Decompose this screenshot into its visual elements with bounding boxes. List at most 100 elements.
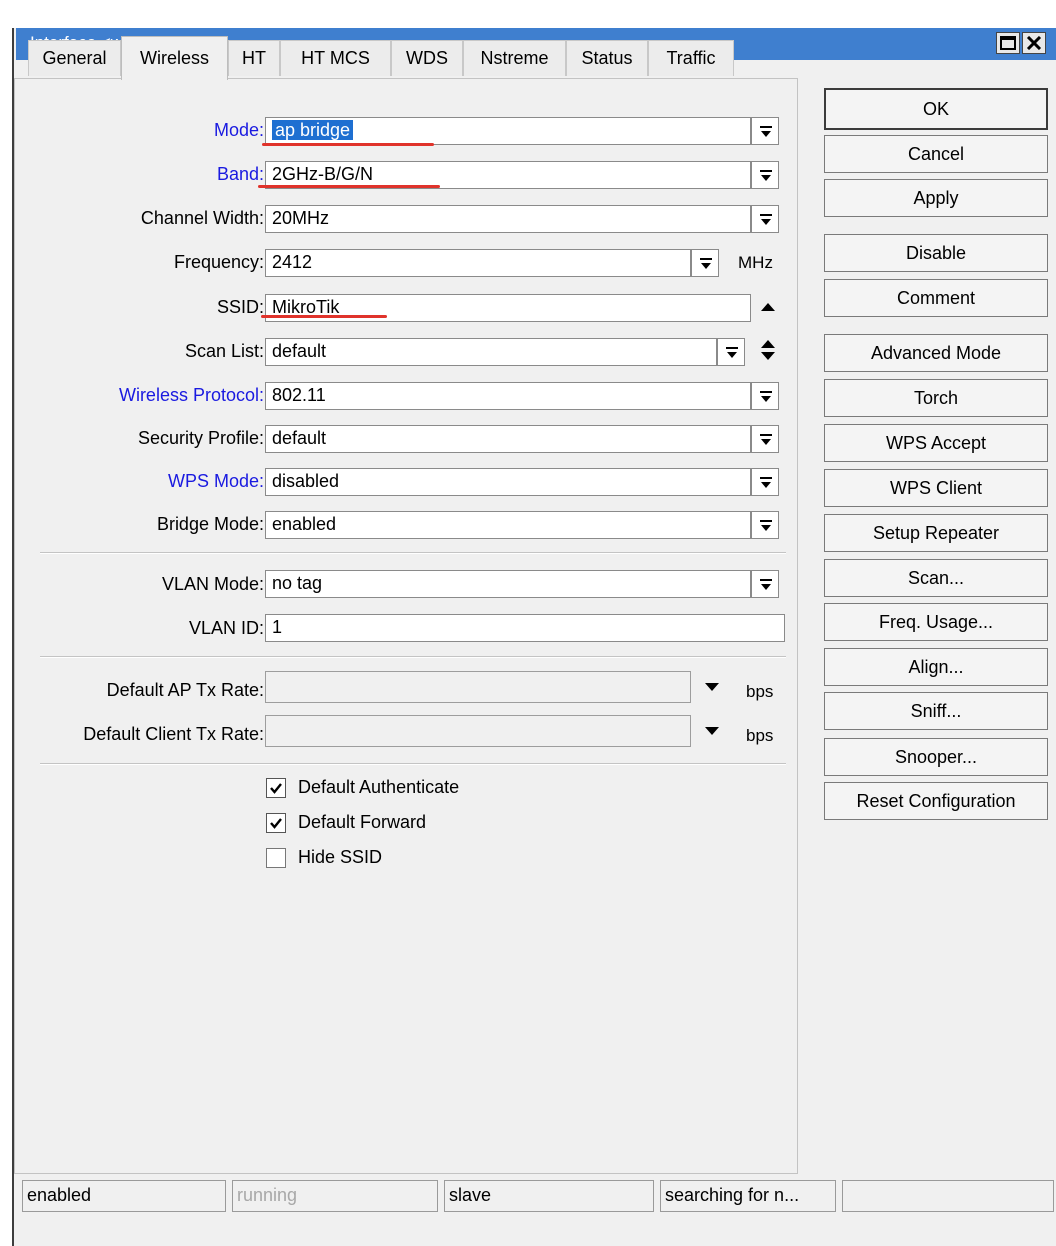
advanced-mode-button[interactable]: Advanced Mode	[824, 334, 1048, 372]
tab-wds[interactable]: WDS	[391, 40, 463, 76]
mode-value: ap bridge	[272, 120, 354, 140]
torch-button[interactable]: Torch	[824, 379, 1048, 417]
dropdown-arrow-icon	[700, 258, 712, 269]
annotation-underline	[261, 315, 387, 318]
vlan-mode-select[interactable]: no tag	[265, 570, 751, 598]
tab-traffic[interactable]: Traffic	[648, 40, 734, 76]
bridge-mode-label: Bridge Mode:	[156, 514, 264, 534]
ok-button[interactable]: OK	[824, 88, 1048, 130]
annotation-underline	[258, 185, 440, 188]
snooper-button[interactable]: Snooper...	[824, 738, 1048, 776]
apply-button[interactable]: Apply	[824, 179, 1048, 217]
status-bar: enabled running slave searching for n...	[14, 1174, 1056, 1218]
scan-list-dropdown-button[interactable]	[717, 338, 745, 366]
check-icon	[270, 818, 282, 829]
vlan-mode-label: VLAN Mode:	[161, 574, 264, 594]
tab-ht[interactable]: HT	[228, 40, 280, 76]
default-client-tx-rate-unit: bps	[746, 726, 774, 745]
freq-usage-button[interactable]: Freq. Usage...	[824, 603, 1048, 641]
scan-list-select[interactable]: default	[265, 338, 717, 366]
mode-label: Mode:	[213, 120, 264, 140]
vlan-mode-dropdown-button[interactable]	[751, 570, 779, 598]
frequency-unit: MHz	[738, 253, 773, 272]
status-running: running	[232, 1180, 438, 1212]
dropdown-arrow-icon	[760, 477, 772, 488]
wps-client-button[interactable]: WPS Client	[824, 469, 1048, 507]
wps-mode-select[interactable]: disabled	[265, 468, 751, 496]
default-client-tx-rate-input[interactable]	[265, 715, 691, 747]
wireless-protocol-label: Wireless Protocol:	[118, 385, 264, 405]
security-profile-dropdown-button[interactable]	[751, 425, 779, 453]
separator	[40, 552, 786, 554]
disable-button[interactable]: Disable	[824, 234, 1048, 272]
frequency-dropdown-button[interactable]	[691, 249, 719, 277]
dropdown-arrow-icon	[760, 126, 772, 137]
scan-list-label: Scan List:	[184, 341, 264, 361]
vlan-id-input[interactable]: 1	[265, 614, 785, 642]
status-searching: searching for n...	[660, 1180, 836, 1212]
comment-button[interactable]: Comment	[824, 279, 1048, 317]
tab-ht-mcs[interactable]: HT MCS	[280, 40, 391, 76]
tab-wireless[interactable]: Wireless	[121, 36, 228, 80]
tab-status[interactable]: Status	[566, 40, 648, 76]
align-button[interactable]: Align...	[824, 648, 1048, 686]
band-label: Band:	[216, 164, 264, 184]
default-forward-label: Default Forward	[298, 812, 427, 832]
ssid-label: SSID:	[216, 297, 264, 317]
dropdown-arrow-icon	[760, 579, 772, 590]
default-forward-checkbox[interactable]	[266, 813, 286, 833]
default-client-tx-rate-label: Default Client Tx Rate:	[83, 724, 264, 744]
separator	[40, 763, 786, 765]
frequency-label: Frequency:	[173, 252, 264, 272]
default-ap-tx-rate-input[interactable]	[265, 671, 691, 703]
dropdown-arrow-icon	[760, 391, 772, 402]
channel-width-label: Channel Width:	[140, 208, 264, 228]
reset-configuration-button[interactable]: Reset Configuration	[824, 782, 1048, 820]
wireless-protocol-select[interactable]: 802.11	[265, 382, 751, 410]
default-ap-tx-rate-unit: bps	[746, 682, 774, 701]
default-authenticate-label: Default Authenticate	[298, 777, 460, 797]
restore-icon[interactable]	[996, 32, 1020, 54]
dropdown-arrow-icon	[760, 214, 772, 225]
dropdown-arrow-icon	[760, 520, 772, 531]
default-ap-tx-rate-label: Default AP Tx Rate:	[106, 680, 264, 700]
default-authenticate-checkbox[interactable]	[266, 778, 286, 798]
frequency-select[interactable]: 2412	[265, 249, 691, 277]
status-slave: slave	[444, 1180, 654, 1212]
security-profile-select[interactable]: default	[265, 425, 751, 453]
mode-dropdown-button[interactable]	[751, 117, 779, 145]
tab-general[interactable]: General	[28, 40, 121, 76]
band-dropdown-button[interactable]	[751, 161, 779, 189]
bridge-mode-select[interactable]: enabled	[265, 511, 751, 539]
status-enabled: enabled	[22, 1180, 226, 1212]
close-icon[interactable]	[1022, 32, 1046, 54]
cancel-button[interactable]: Cancel	[824, 135, 1048, 173]
sniff-button[interactable]: Sniff...	[824, 692, 1048, 730]
wps-accept-button[interactable]: WPS Accept	[824, 424, 1048, 462]
check-icon	[270, 783, 282, 794]
security-profile-label: Security Profile:	[137, 428, 264, 448]
scan-button[interactable]: Scan...	[824, 559, 1048, 597]
hide-ssid-checkbox[interactable]	[266, 848, 286, 868]
dropdown-arrow-icon	[760, 434, 772, 445]
collapse-up-icon[interactable]	[760, 302, 776, 312]
wireless-protocol-dropdown-button[interactable]	[751, 382, 779, 410]
status-empty	[842, 1180, 1054, 1212]
expand-down-icon[interactable]	[704, 682, 720, 692]
add-remove-arrows-icon[interactable]	[760, 338, 776, 362]
dropdown-arrow-icon	[760, 170, 772, 181]
vlan-id-label: VLAN ID:	[188, 618, 264, 638]
channel-width-dropdown-button[interactable]	[751, 205, 779, 233]
wps-mode-label: WPS Mode:	[167, 471, 264, 491]
hide-ssid-label: Hide SSID	[298, 847, 383, 867]
mode-select[interactable]: ap bridge	[265, 117, 751, 145]
bridge-mode-dropdown-button[interactable]	[751, 511, 779, 539]
annotation-underline	[262, 143, 434, 146]
separator	[40, 656, 786, 658]
dropdown-arrow-icon	[726, 347, 738, 358]
setup-repeater-button[interactable]: Setup Repeater	[824, 514, 1048, 552]
wps-mode-dropdown-button[interactable]	[751, 468, 779, 496]
channel-width-select[interactable]: 20MHz	[265, 205, 751, 233]
expand-down-icon[interactable]	[704, 726, 720, 736]
tab-nstreme[interactable]: Nstreme	[463, 40, 566, 76]
